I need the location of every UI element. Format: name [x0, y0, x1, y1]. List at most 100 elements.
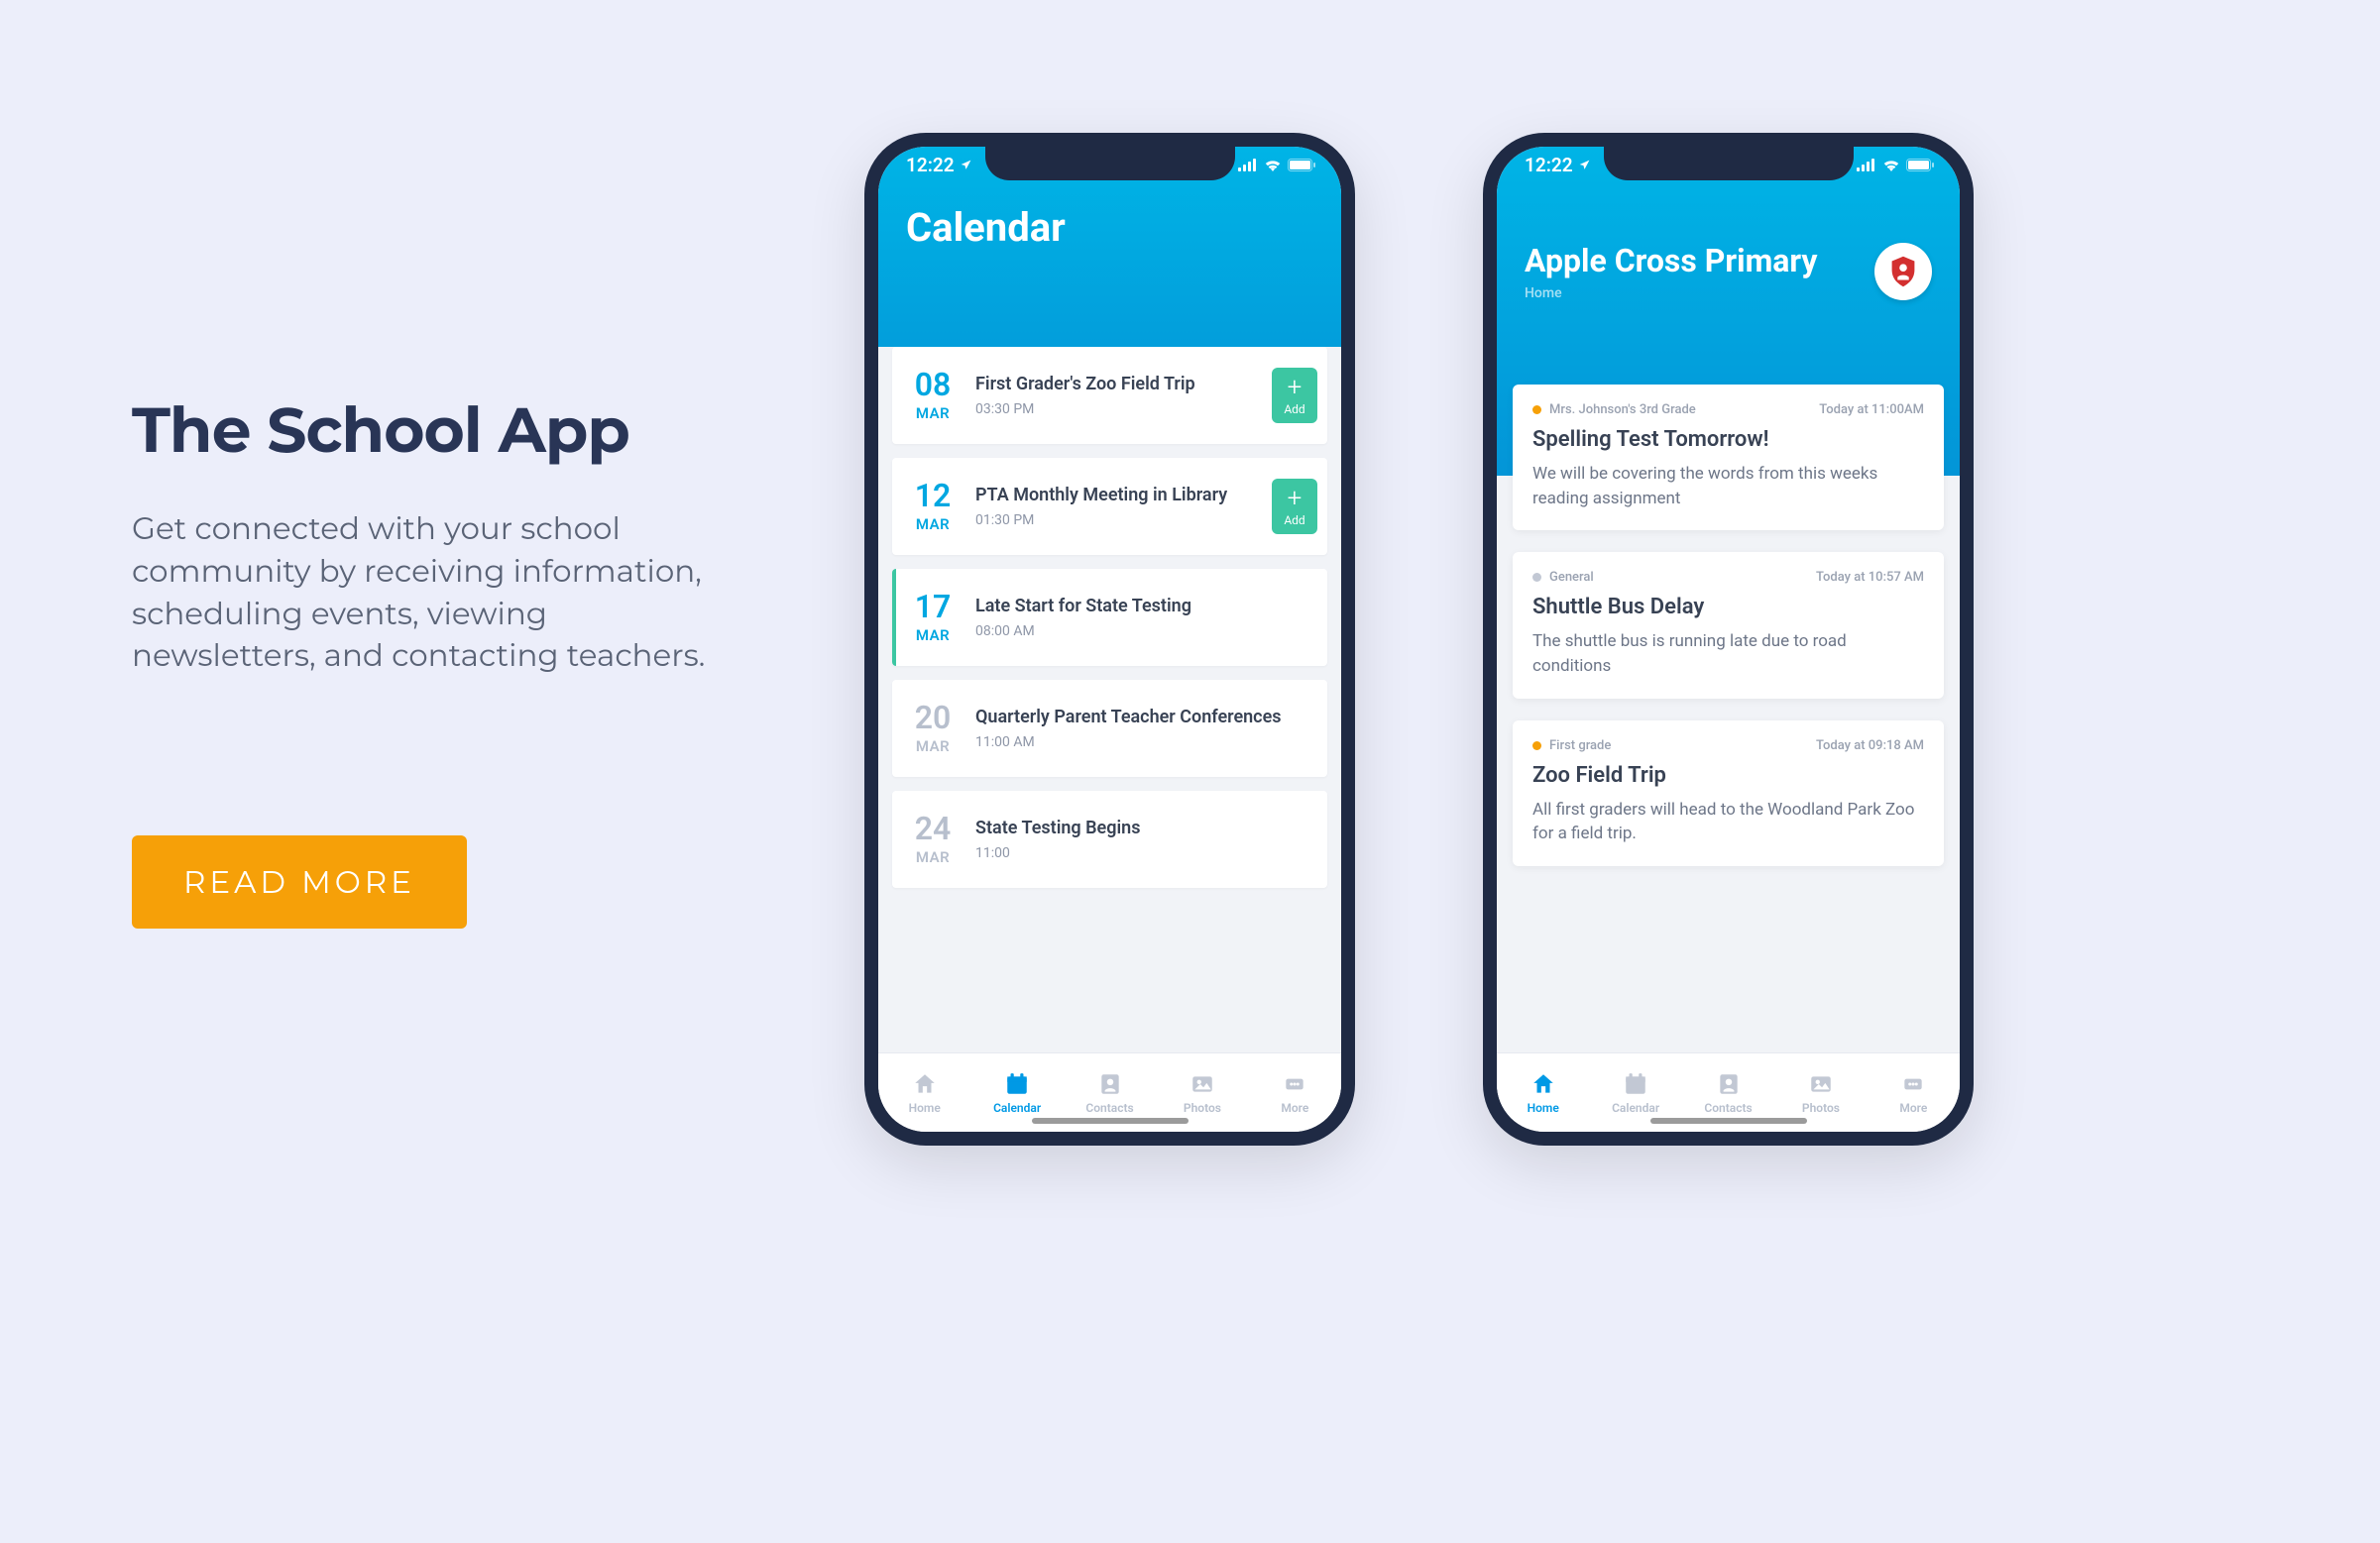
status-time: 12:22: [1525, 154, 1591, 176]
home-icon: [1530, 1071, 1556, 1097]
event-title: Quarterly Parent Teacher Conferences: [975, 707, 1319, 729]
more-icon: [1900, 1071, 1926, 1097]
event-month: MAR: [916, 737, 950, 755]
event-month: MAR: [916, 515, 950, 533]
event-main: PTA Monthly Meeting in Library01:30 PM: [973, 458, 1272, 555]
school-logo[interactable]: [1874, 243, 1932, 300]
feed-post[interactable]: General Today at 10:57 AM Shuttle Bus Dela…: [1513, 552, 1944, 698]
calendar-event-card[interactable]: 20 MAR Quarterly Parent Teacher Conference…: [892, 680, 1327, 777]
hero-description: Get connected with your school community…: [132, 507, 727, 677]
tab-label: Home: [909, 1101, 941, 1115]
phone-notch: [985, 145, 1235, 180]
event-time: 08:00 AM: [975, 623, 1319, 639]
category-dot-icon: [1532, 405, 1541, 414]
wifi-icon: [1264, 159, 1282, 171]
event-month: MAR: [916, 848, 950, 866]
contacts-icon: [1097, 1071, 1123, 1097]
phone-mockup-home: 12:22 Apple Cross Primary Home Mrs. John…: [1483, 133, 1974, 1146]
event-day: 24: [915, 813, 952, 844]
location-arrow-icon: [960, 159, 972, 171]
event-date: 17MAR: [892, 569, 973, 666]
status-icons: [1238, 159, 1315, 171]
page-title: Calendar: [906, 204, 1313, 251]
post-meta: Mrs. Johnson's 3rd GradeToday at 11:00AM: [1532, 402, 1924, 417]
tab-label: Calendar: [993, 1101, 1041, 1115]
battery-icon: [1288, 159, 1315, 171]
post-body: The shuttle bus is running late due to r…: [1532, 629, 1924, 678]
calendar-event-card[interactable]: 08 MAR First Grader's Zoo Field Trip 03:30 …: [892, 347, 1327, 444]
event-day: 08: [915, 369, 952, 400]
event-title: State Testing Begins: [975, 818, 1319, 840]
status-time-text: 12:22: [1525, 154, 1573, 176]
post-timestamp: Today at 10:57 AM: [1816, 570, 1924, 585]
event-main: State Testing Begins 11:00: [973, 791, 1327, 888]
status-time-text: 12:22: [906, 154, 955, 176]
calendar-event-card[interactable]: 17MARLate Start for State Testing 08:00 A…: [892, 569, 1327, 666]
location-arrow-icon: [1578, 159, 1591, 171]
feed-post[interactable]: First gradeToday at 09:18 AMZoo Field Tr…: [1513, 720, 1944, 866]
tab-label: Photos: [1802, 1101, 1840, 1115]
event-day: 20: [915, 702, 952, 733]
post-category: Mrs. Johnson's 3rd Grade: [1532, 402, 1696, 417]
event-time: 03:30 PM: [975, 401, 1264, 417]
home-icon: [912, 1071, 938, 1097]
tab-more[interactable]: More: [1249, 1053, 1341, 1132]
event-time: 11:00: [975, 845, 1319, 861]
post-meta: First gradeToday at 09:18 AM: [1532, 738, 1924, 753]
tab-home[interactable]: Home: [878, 1053, 970, 1132]
post-title: Shuttle Bus Delay: [1532, 595, 1924, 619]
calendar-icon: [1623, 1071, 1648, 1097]
calendar-event-card[interactable]: 24 MAR State Testing Begins 11:00: [892, 791, 1327, 888]
home-body: Mrs. Johnson's 3rd GradeToday at 11:00AM…: [1497, 385, 1960, 1052]
calendar-icon: [1004, 1071, 1030, 1097]
post-title: Spelling Test Tomorrow!: [1532, 427, 1924, 452]
contacts-icon: [1716, 1071, 1742, 1097]
post-body: We will be covering the words from this …: [1532, 462, 1924, 510]
add-event-button[interactable]: + Add: [1272, 368, 1317, 423]
post-category: General: [1532, 570, 1594, 585]
calendar-body: 08 MAR First Grader's Zoo Field Trip 03:30 …: [878, 347, 1341, 1052]
event-time: 11:00 AM: [975, 734, 1319, 750]
tab-more[interactable]: More: [1868, 1053, 1960, 1132]
wifi-icon: [1882, 159, 1900, 171]
event-day: 17: [915, 591, 952, 622]
event-date: 12 MAR: [892, 458, 973, 555]
signal-icon: [1238, 159, 1258, 171]
event-title: Late Start for State Testing: [975, 596, 1319, 618]
plus-icon: +: [1288, 375, 1303, 400]
feed-post[interactable]: Mrs. Johnson's 3rd GradeToday at 11:00AM…: [1513, 385, 1944, 530]
category-dot-icon: [1532, 741, 1541, 750]
event-date: 08 MAR: [892, 347, 973, 444]
home-indicator: [1650, 1118, 1807, 1124]
post-body: All first graders will head to the Woodl…: [1532, 798, 1924, 846]
school-name: Apple Cross Primary: [1525, 242, 1818, 279]
event-day: 12: [915, 480, 952, 511]
home-indicator: [1032, 1118, 1189, 1124]
breadcrumb: Home: [1525, 285, 1818, 301]
add-event-button[interactable]: +Add: [1272, 479, 1317, 534]
post-meta: General Today at 10:57 AM: [1532, 570, 1924, 585]
event-main: Quarterly Parent Teacher Conferences 11:0…: [973, 680, 1327, 777]
event-date: 20 MAR: [892, 680, 973, 777]
status-time: 12:22: [906, 154, 972, 176]
status-icons: [1857, 159, 1934, 171]
phone-notch: [1604, 145, 1854, 180]
event-title: First Grader's Zoo Field Trip: [975, 374, 1264, 396]
event-month: MAR: [916, 404, 950, 422]
tab-label: More: [1899, 1101, 1927, 1115]
battery-icon: [1906, 159, 1934, 171]
signal-icon: [1857, 159, 1876, 171]
event-main: Late Start for State Testing 08:00 AM: [973, 569, 1327, 666]
read-more-button[interactable]: READ MORE: [132, 835, 467, 929]
event-time: 01:30 PM: [975, 512, 1264, 528]
phone-mockup-calendar: 12:22 Calendar 08 MAR First Grader's Zoo F…: [864, 133, 1355, 1146]
add-label: Add: [1284, 402, 1304, 416]
tab-home[interactable]: Home: [1497, 1053, 1589, 1132]
tab-label: Calendar: [1612, 1101, 1659, 1115]
tab-label: More: [1281, 1101, 1308, 1115]
calendar-event-card[interactable]: 12 MAR PTA Monthly Meeting in Library01:30…: [892, 458, 1327, 555]
photos-icon: [1190, 1071, 1215, 1097]
hero-section: The School App Get connected with your s…: [132, 391, 727, 929]
add-label: Add: [1284, 513, 1304, 527]
post-timestamp: Today at 09:18 AM: [1816, 738, 1924, 753]
